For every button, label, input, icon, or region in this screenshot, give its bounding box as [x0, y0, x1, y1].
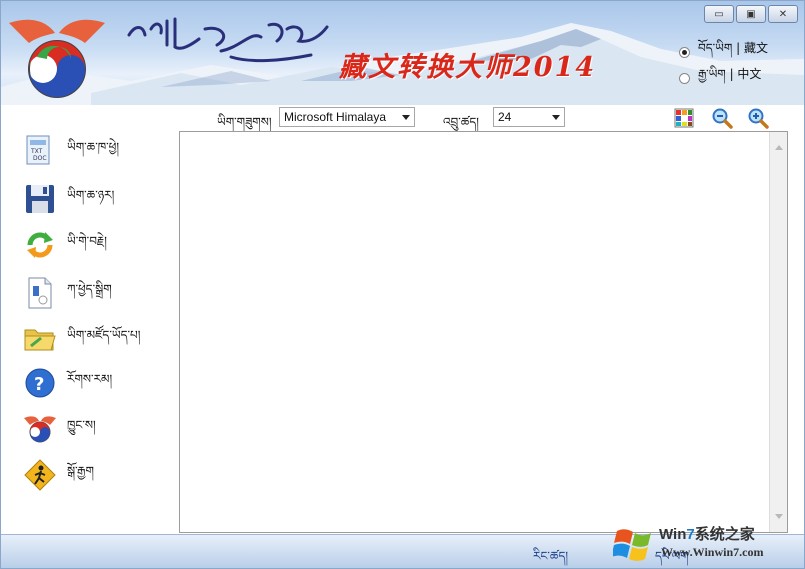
sidebar-item-label: ཁྱུང་ས། — [67, 418, 96, 432]
document-icon — [28, 277, 52, 309]
zoom-in-icon[interactable] — [747, 107, 769, 129]
sidebar-item-label: རོགས་རམ། — [67, 372, 113, 386]
radio-chinese[interactable] — [679, 72, 690, 84]
zoom-out-icon[interactable] — [711, 107, 733, 129]
open-file-icon: TXT DOC — [26, 135, 50, 165]
app-logo-icon — [9, 19, 105, 98]
watermark-title-seven: 7 — [686, 526, 695, 543]
sidebar-item-label: ཡིག་མཛོད་ཡོད་པ། — [67, 328, 141, 342]
header-banner: 藏文转换大师2014 ▭ ▣ ✕ བོད་ཡིག | 藏文 རྒྱ་ཡིག | … — [1, 1, 804, 105]
sidebar-item-label: ཡིག་ཆ་ཉར། — [67, 188, 115, 202]
text-editor[interactable] — [179, 131, 788, 533]
logo-icon — [24, 416, 56, 443]
svg-text:TXT: TXT — [30, 148, 43, 155]
sidebar-item-label: ཡི་གེ་བརྗེ། — [67, 234, 107, 248]
radio-tibetan[interactable] — [679, 46, 690, 58]
sidebar-item-label: ཀ་ཕྱེད་སྒྲིག — [67, 282, 112, 296]
sidebar-item-label: ཡིག་ཆ་ཁ་ཕྱེ། — [67, 140, 120, 154]
chevron-down-icon — [402, 115, 410, 120]
folder-icon — [24, 329, 56, 351]
scroll-up-icon[interactable] — [775, 145, 783, 150]
watermark-title: Win7系统之家 — [659, 523, 755, 544]
language-option-chinese[interactable]: རྒྱ་ཡིག | 中文 — [679, 65, 768, 91]
sidebar-item-open[interactable]: TXT DOC ཡིག་ཆ་ཁ་ཕྱེ། — [23, 131, 173, 171]
status-length-label: རིང་ཚད། — [533, 549, 569, 563]
sidebar-item-label: སྒོ་རྒྱག — [67, 464, 94, 478]
sidebar-item-logo[interactable]: ཁྱུང་ས། — [23, 409, 173, 449]
language-label-chinese: རྒྱ་ཡིག | 中文 — [698, 67, 762, 81]
watermark-title-cn: 系统之家 — [694, 526, 755, 543]
maximize-button[interactable]: ▣ — [736, 5, 766, 23]
close-button[interactable]: ✕ — [768, 5, 798, 23]
app-window: 藏文转换大师2014 ▭ ▣ ✕ བོད་ཡིག | 藏文 རྒྱ་ཡིག | … — [0, 0, 805, 569]
watermark: Win7系统之家 Www.Winwin7.com — [609, 521, 804, 568]
sidebar-item-convert[interactable]: ཡི་གེ་བརྗེ། — [23, 225, 173, 265]
sidebar-item-exit[interactable]: སྒོ་རྒྱག — [23, 455, 173, 495]
watermark-title-win: Win — [659, 526, 687, 543]
sidebar-item-save[interactable]: ཡིག་ཆ་ཉར། — [23, 179, 173, 219]
sidebar-item-document[interactable]: ཀ་ཕྱེད་སྒྲིག — [23, 273, 173, 313]
color-grid-icon[interactable] — [673, 107, 695, 129]
svg-text:?: ? — [34, 374, 44, 395]
close-icon: ✕ — [778, 8, 788, 20]
app-title-cn: 藏文转换大师2014 — [339, 52, 597, 83]
minimize-button[interactable]: ▭ — [704, 5, 734, 23]
help-icon: ? — [25, 368, 55, 398]
font-select-value: Microsoft Himalaya — [284, 110, 387, 124]
vertical-scrollbar[interactable] — [769, 132, 787, 532]
font-select[interactable]: Microsoft Himalaya — [279, 107, 415, 127]
save-icon — [26, 185, 54, 213]
minimize-icon: ▭ — [714, 8, 724, 20]
convert-icon — [27, 232, 53, 258]
font-toolbar: ཡིག་གཟུགས། Microsoft Himalaya འབྲུ་ཚད། 2… — [1, 105, 804, 131]
language-selector: བོད་ཡིག | 藏文 རྒྱ་ཡིག | 中文 — [679, 39, 768, 91]
exit-icon — [24, 459, 56, 491]
scroll-down-icon[interactable] — [775, 514, 783, 519]
size-select[interactable]: 24 — [493, 107, 565, 127]
maximize-icon: ▣ — [746, 8, 756, 20]
svg-text:DOC: DOC — [33, 155, 47, 162]
window-controls: ▭ ▣ ✕ — [704, 5, 798, 23]
tibetan-calligraphy-title — [127, 17, 329, 63]
chevron-down-icon — [552, 115, 560, 120]
size-select-value: 24 — [498, 110, 512, 124]
sidebar: TXT DOC ཡིག་ཆ་ཁ་ཕྱེ། ཡིག་ཆ་ཉར། ཡི་གེ་བརྗ… — [1, 131, 177, 531]
sidebar-item-help[interactable]: ? རོགས་རམ། — [23, 363, 173, 403]
sidebar-item-folder[interactable]: ཡིག་མཛོད་ཡོད་པ། — [23, 319, 173, 359]
watermark-url: Www.Winwin7.com — [661, 545, 764, 559]
windows-flag-icon — [613, 529, 651, 561]
